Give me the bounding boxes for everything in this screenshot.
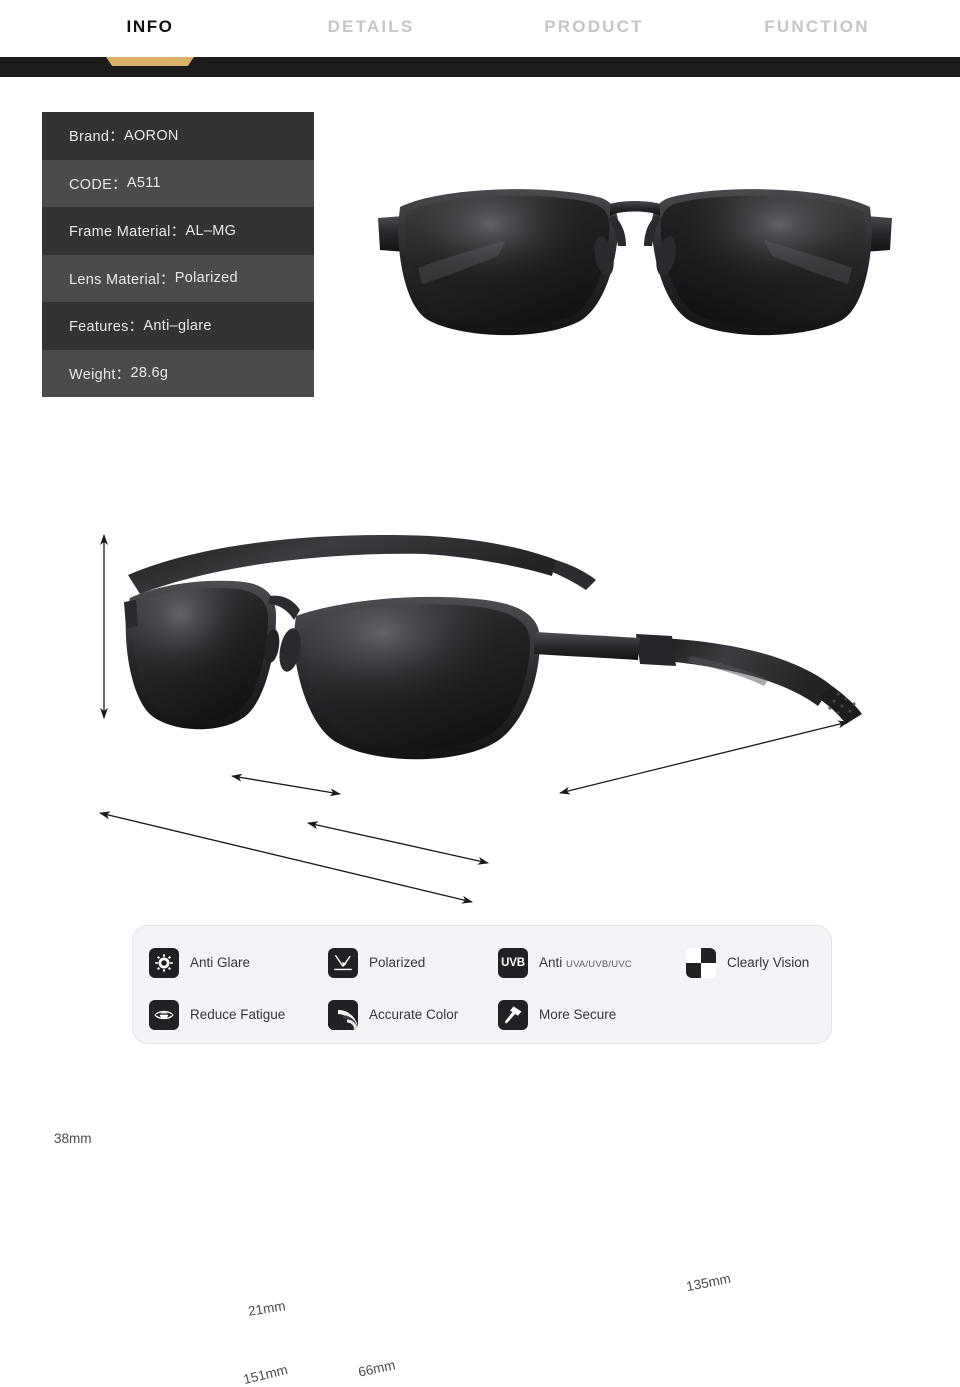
spec-value-weight: 28.6g bbox=[130, 365, 169, 382]
spec-value-code: A511 bbox=[126, 175, 161, 192]
product-spec-table: Brand： AORON CODE： A511 Frame Material： … bbox=[42, 112, 314, 397]
feature-label: Clearly Vision bbox=[727, 955, 810, 970]
nav-tab-list: INFO DETAILS PRODUCT FUNCTION bbox=[0, 0, 960, 57]
tab-details[interactable]: DETAILS bbox=[328, 17, 415, 37]
dimension-label-lens-width: 66mm bbox=[356, 1357, 397, 1380]
spec-label-brand: Brand： bbox=[69, 129, 124, 146]
polarized-arrow-icon bbox=[328, 947, 358, 978]
top-navigation: INFO DETAILS PRODUCT FUNCTION bbox=[0, 0, 960, 77]
features-row-1: Anti Glare Polarized UVB Anti UVA/UVB/UV… bbox=[149, 940, 817, 985]
features-grid: Anti Glare Polarized UVB Anti UVA/UVB/UV… bbox=[149, 940, 817, 1037]
feature-label: Reduce Fatigue bbox=[190, 1007, 286, 1022]
features-panel: Anti Glare Polarized UVB Anti UVA/UVB/UV… bbox=[132, 925, 832, 1044]
feature-anti-uv: UVB Anti UVA/UVB/UVC bbox=[498, 947, 686, 978]
table-row: CODE： A511 bbox=[42, 159, 314, 207]
hammer-icon bbox=[498, 999, 528, 1030]
uvb-icon: UVB bbox=[498, 947, 528, 978]
spec-label-code: CODE： bbox=[69, 176, 127, 193]
feature-accurate-color: Accurate Color bbox=[328, 999, 498, 1030]
table-row: Frame Material： AL–MG bbox=[42, 207, 314, 255]
tab-function[interactable]: FUNCTION bbox=[764, 17, 869, 37]
feature-more-secure: More Secure bbox=[498, 999, 686, 1030]
spec-label-lens-material: Lens Material： bbox=[69, 271, 175, 288]
feature-label: Accurate Color bbox=[369, 1007, 459, 1022]
feature-label: More Secure bbox=[539, 1007, 617, 1022]
table-row: Lens Material： Polarized bbox=[42, 254, 314, 302]
product-image-front bbox=[370, 160, 900, 350]
spec-label-features: Features： bbox=[69, 319, 144, 336]
eye-icon bbox=[149, 999, 179, 1030]
feature-label: Anti UVA/UVB/UVC bbox=[539, 955, 632, 970]
feature-reduce-fatigue: Reduce Fatigue bbox=[149, 999, 328, 1030]
feature-label-main: Anti bbox=[539, 955, 563, 970]
sun-icon bbox=[149, 947, 179, 978]
checkerboard-icon bbox=[686, 947, 716, 978]
spec-value-features: Anti–glare bbox=[143, 317, 212, 334]
spec-value-frame-material: AL–MG bbox=[185, 222, 237, 239]
features-row-2: Reduce Fatigue Accurate Color More Secur… bbox=[149, 992, 817, 1037]
spec-label-frame-material: Frame Material： bbox=[69, 224, 186, 241]
tab-product[interactable]: PRODUCT bbox=[544, 17, 643, 37]
color-rings-icon bbox=[328, 999, 358, 1030]
dimension-label-temple-length: 135mm bbox=[684, 1270, 733, 1295]
table-row: Brand： AORON bbox=[42, 112, 314, 160]
spec-value-lens-material: Polarized bbox=[174, 270, 238, 287]
feature-label: Polarized bbox=[369, 955, 426, 970]
dimension-label-lens-height: 21mm bbox=[247, 1298, 287, 1319]
table-row: Weight： 28.6g bbox=[42, 349, 314, 397]
feature-label-sub: UVA/UVB/UVC bbox=[566, 959, 632, 970]
feature-clearly-vision: Clearly Vision bbox=[686, 947, 816, 978]
dimension-diagram: 38mm 21mm 151mm 66mm 135mm bbox=[0, 510, 960, 1387]
feature-label: Anti Glare bbox=[190, 955, 251, 970]
feature-polarized: Polarized bbox=[328, 947, 498, 978]
dimension-label-height: 38mm bbox=[54, 1131, 92, 1146]
tab-info[interactable]: INFO bbox=[126, 17, 173, 37]
spec-label-weight: Weight： bbox=[69, 366, 131, 383]
dimension-label-total-width: 151mm bbox=[241, 1361, 290, 1387]
active-tab-indicator bbox=[106, 57, 194, 66]
table-row: Features： Anti–glare bbox=[42, 302, 314, 350]
feature-anti-glare: Anti Glare bbox=[149, 947, 328, 978]
spec-value-brand: AORON bbox=[124, 127, 179, 144]
